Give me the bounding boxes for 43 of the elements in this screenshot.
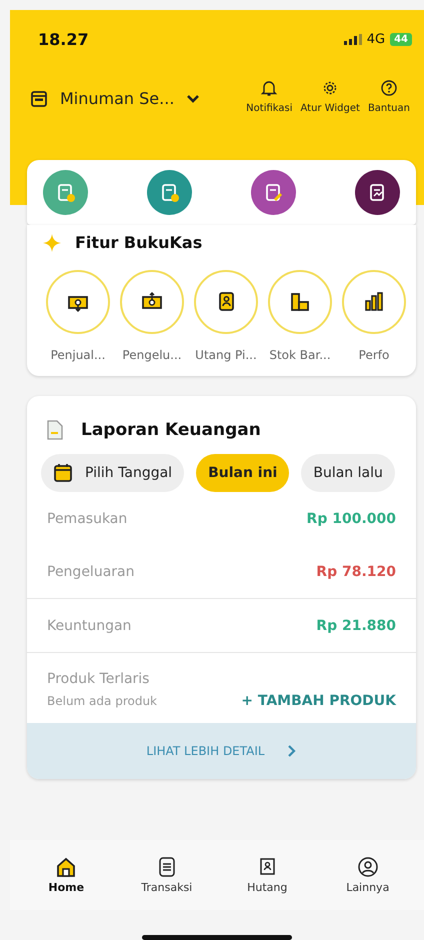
section-title: Laporan Keuangan	[81, 420, 261, 440]
summary-label: Keuntungan	[47, 618, 132, 634]
sparkle-icon	[43, 234, 61, 252]
summary-value: Rp 100.000	[306, 510, 396, 526]
calendar-icon	[53, 463, 73, 483]
user-icon	[356, 856, 379, 878]
document-add-icon	[160, 182, 180, 202]
header-action[interactable]: Bantuan	[366, 79, 412, 114]
add-product-link[interactable]: + TAMBAH PRODUK	[241, 693, 396, 709]
store-icon	[30, 90, 48, 108]
boxes-icon	[289, 291, 311, 313]
nav-tab[interactable]: Lainnya	[328, 856, 408, 894]
bar-chart-icon	[363, 291, 385, 313]
signal-icon	[344, 34, 362, 45]
store-selector[interactable]: Minuman Se...	[30, 89, 200, 108]
section-title: Fitur BukuKas	[75, 233, 202, 252]
edit-icon	[264, 182, 284, 202]
best-seller-title: Produk Terlaris	[47, 671, 150, 687]
empty-text: Belum ada produk	[47, 694, 157, 708]
bell-icon	[260, 79, 278, 97]
chevron-right-icon	[286, 744, 297, 758]
quick-action-button[interactable]	[251, 170, 296, 215]
document-icon	[47, 420, 63, 440]
help-icon	[380, 79, 398, 97]
summary-value: Rp 78.120	[316, 564, 396, 580]
nav-tab[interactable]: Hutang	[227, 856, 308, 894]
filter-chip[interactable]: Bulan lalu	[301, 454, 395, 492]
summary-value: Rp 21.880	[316, 618, 396, 634]
network-type: 4G	[366, 32, 386, 47]
header-action[interactable]: Notifikasi	[244, 79, 294, 114]
summary-label: Pengeluaran	[47, 564, 134, 580]
chevron-down-icon	[186, 94, 200, 104]
document-add-icon	[56, 182, 76, 202]
quick-action-button[interactable]	[355, 170, 400, 215]
filter-chip[interactable]: Pilih Tanggal	[41, 454, 184, 492]
summary-label: Pemasukan	[47, 510, 128, 526]
filter-chip[interactable]: Bulan ini	[196, 454, 290, 492]
battery-level: 44	[390, 33, 412, 46]
nav-tab[interactable]: Transaksi	[126, 856, 207, 894]
header-action[interactable]: Atur Widget	[298, 79, 362, 114]
nav-tab[interactable]: Home	[26, 856, 106, 894]
status-time: 18.27	[37, 30, 89, 49]
home-icon	[55, 856, 78, 878]
